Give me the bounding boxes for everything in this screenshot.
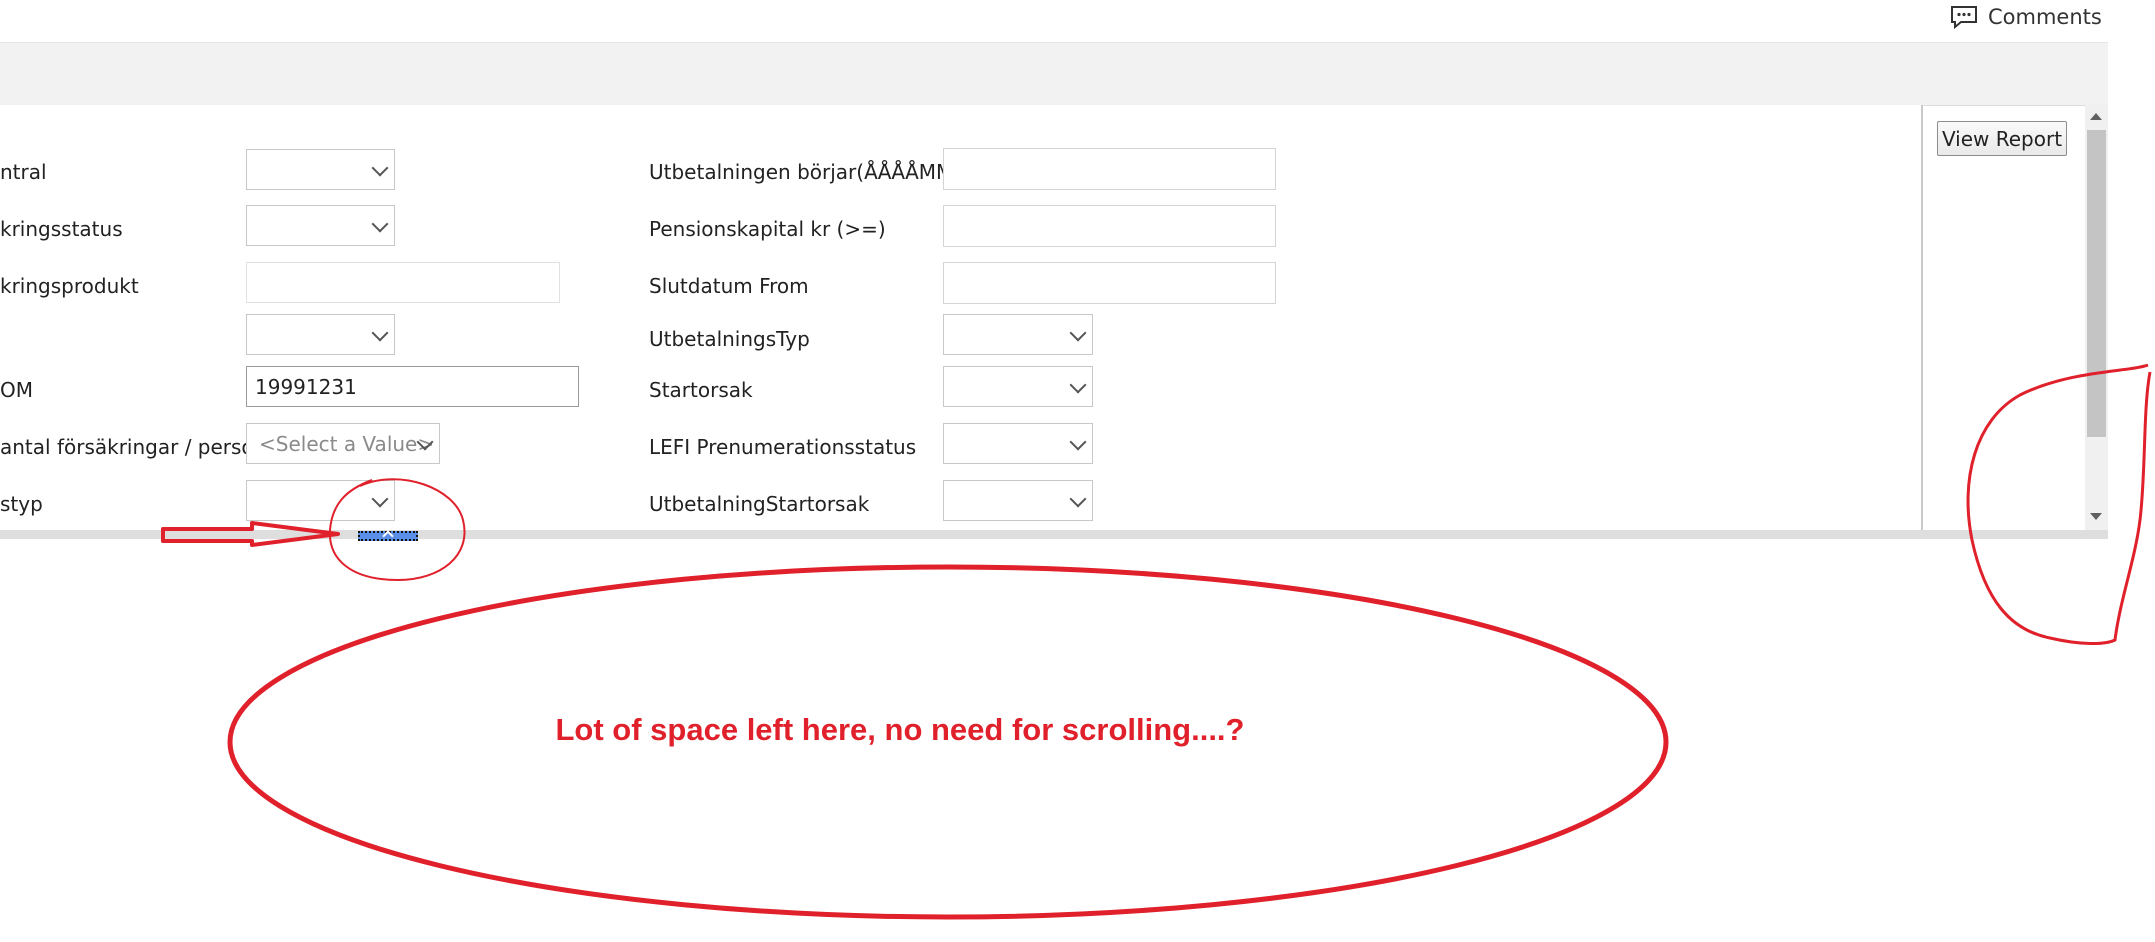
- scroll-up-arrow-icon[interactable]: [2090, 113, 2102, 120]
- parameter-area-splitter[interactable]: [0, 530, 2108, 539]
- param-label: ntral: [0, 160, 47, 184]
- chevron-down-icon[interactable]: [576, 275, 596, 289]
- annotation-scrollbar-circle: [1966, 363, 2152, 646]
- parameters-panel: ntral kringsstatus kringsprodukt OM 1999…: [0, 105, 1921, 530]
- param-label: Utbetalningen börjar(ÅÅÅÅMM): [649, 160, 962, 184]
- view-report-button[interactable]: View Report: [1937, 121, 2067, 156]
- param-label: kringsprodukt: [0, 274, 139, 298]
- scroll-down-arrow-icon[interactable]: [2090, 513, 2102, 520]
- pension-capital-input[interactable]: [943, 205, 1276, 247]
- chevron-up-icon: [382, 530, 394, 542]
- param-dropdown[interactable]: [246, 314, 395, 355]
- chevron-down-icon: [1069, 376, 1087, 393]
- chevron-down-icon: [1069, 490, 1087, 507]
- param-label: UtbetalningsTyp: [649, 327, 810, 351]
- panel-divider: [1921, 105, 1923, 530]
- comment-icon: [1950, 5, 1978, 29]
- date-input[interactable]: 19991231: [246, 366, 579, 407]
- param-dropdown[interactable]: [943, 366, 1093, 407]
- comments-label: Comments: [1988, 5, 2102, 29]
- select-value-dropdown[interactable]: <Select a Value>: [246, 423, 440, 464]
- param-label: kringsstatus: [0, 217, 123, 241]
- chevron-down-icon: [371, 324, 389, 341]
- date-input-value: 19991231: [255, 374, 357, 399]
- param-label: LEFI Prenumerationsstatus: [649, 435, 917, 459]
- param-label: UtbetalningStartorsak: [649, 492, 870, 516]
- param-label: antal försäkringar / person: [0, 435, 267, 459]
- annotation-text: Lot of space left here, no need for scro…: [555, 712, 1245, 747]
- comments-button[interactable]: Comments: [1950, 0, 2102, 34]
- param-dropdown[interactable]: [943, 314, 1093, 355]
- chevron-down-icon: [1069, 433, 1087, 450]
- chevron-down-icon: [371, 215, 389, 232]
- param-label: OM: [0, 378, 33, 402]
- report-toolbar: [0, 42, 2108, 106]
- param-label: Startorsak: [649, 378, 753, 402]
- param-dropdown[interactable]: [943, 423, 1093, 464]
- chevron-down-icon: [371, 490, 389, 507]
- param-label: Pensionskapital kr (>=): [649, 217, 886, 241]
- param-dropdown[interactable]: [246, 205, 395, 246]
- chevron-down-icon: [1069, 324, 1087, 341]
- param-dropdown[interactable]: [943, 480, 1093, 521]
- select-value-placeholder: <Select a Value>: [259, 431, 435, 456]
- param-label: styp: [0, 492, 43, 516]
- payout-start-input[interactable]: [943, 148, 1276, 190]
- param-dropdown[interactable]: [246, 480, 395, 521]
- chevron-down-icon: [371, 159, 389, 176]
- param-dropdown[interactable]: [246, 149, 395, 190]
- param-label: Slutdatum From: [649, 274, 809, 298]
- param-multiselect[interactable]: [246, 262, 560, 303]
- scrollbar-thumb[interactable]: [2087, 130, 2106, 437]
- end-date-from-input[interactable]: [943, 262, 1276, 304]
- collapse-parameters-handle[interactable]: [358, 530, 418, 542]
